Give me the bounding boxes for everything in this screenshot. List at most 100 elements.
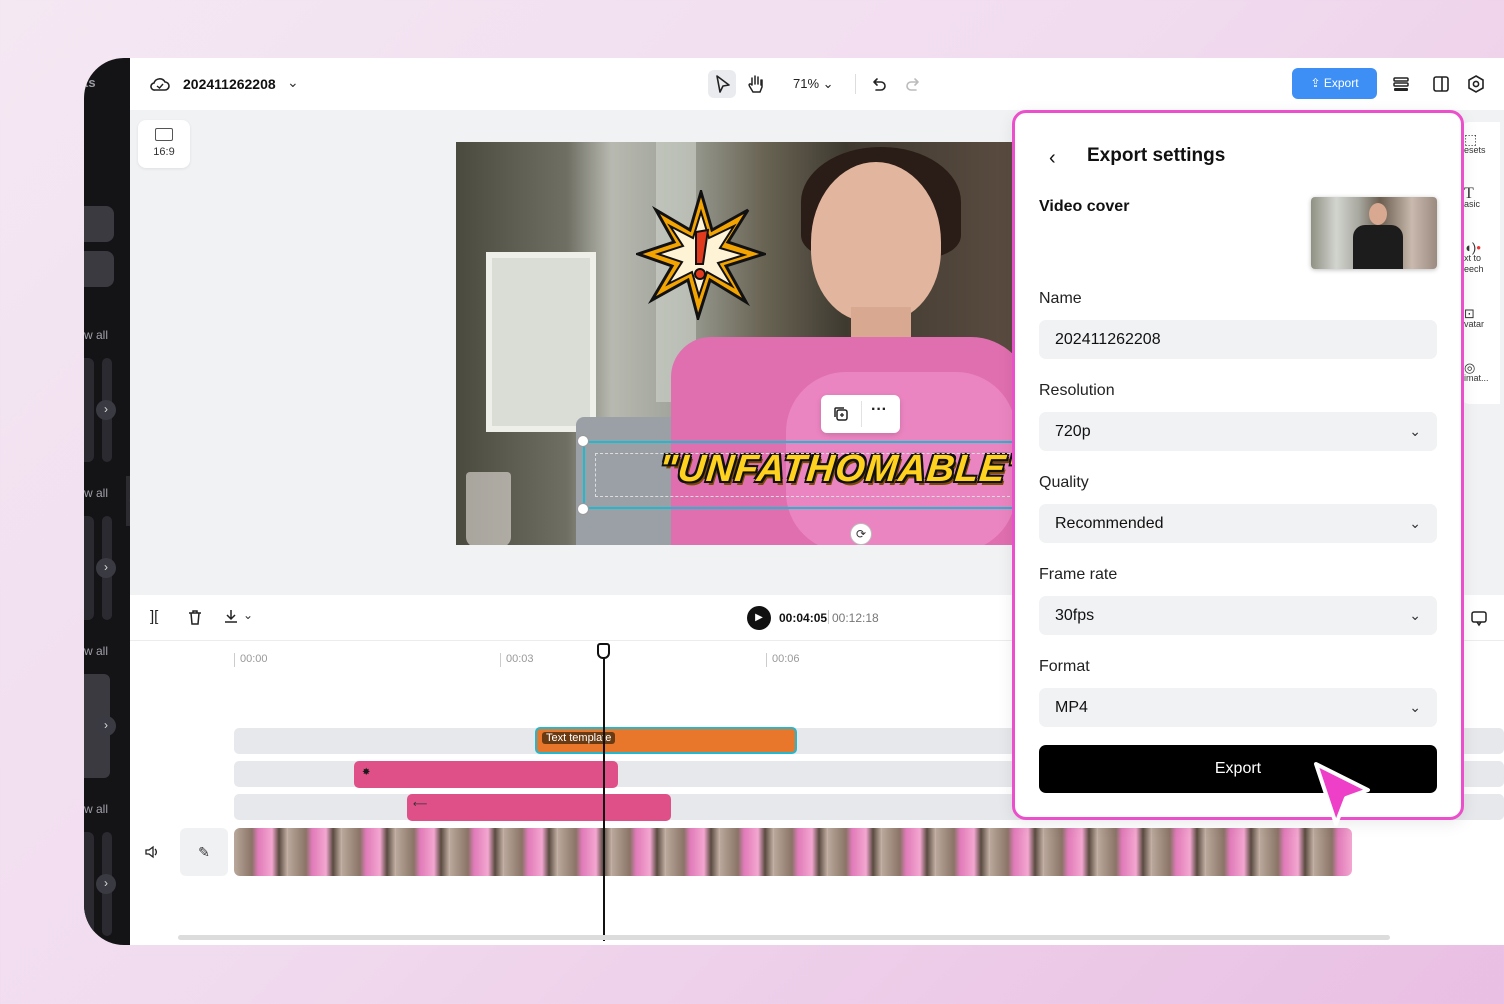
horizontal-scrollbar[interactable] xyxy=(178,935,1390,940)
frame-rate-label: Frame rate xyxy=(1039,566,1118,583)
presets-tool[interactable]: ⬚ esets xyxy=(1464,132,1500,156)
format-select[interactable]: MP4 ⌄ xyxy=(1039,688,1437,727)
quality-label: Quality xyxy=(1039,474,1089,491)
avatar-icon: ⊡ xyxy=(1464,306,1475,321)
settings-icon[interactable] xyxy=(1466,74,1486,94)
hand-icon xyxy=(748,75,763,93)
divider xyxy=(855,74,856,94)
left-panel-title: ts xyxy=(84,75,96,90)
layers-icon[interactable] xyxy=(1391,74,1411,94)
chevron-down-icon: ⌄ xyxy=(1409,423,1421,439)
video-cover-thumbnail[interactable] xyxy=(1311,197,1437,269)
zoom-value: 71% xyxy=(793,76,820,91)
trash-icon[interactable] xyxy=(186,608,204,626)
quality-select[interactable]: Recommended ⌄ xyxy=(1039,504,1437,543)
chevron-down-icon: ⌄ xyxy=(1409,515,1421,531)
effect-clip[interactable]: ⟵ xyxy=(407,794,671,821)
avatar-tool[interactable]: ⊡ vatar xyxy=(1464,306,1500,330)
chevron-right-icon[interactable]: › xyxy=(96,874,116,894)
frame-rate-value: 30fps xyxy=(1055,607,1095,624)
chevron-down-icon: ⌄ xyxy=(822,76,834,91)
total-duration: 00:12:18 xyxy=(832,611,879,625)
download-icon[interactable] xyxy=(222,608,240,626)
volume-icon[interactable] xyxy=(144,844,160,860)
zoom-dropdown[interactable]: 71% ⌄ xyxy=(793,76,834,92)
view-all-link[interactable]: w all xyxy=(84,644,108,658)
duplicate-icon[interactable] xyxy=(831,404,851,424)
asset-card[interactable] xyxy=(84,516,94,620)
export-confirm-button[interactable]: Export xyxy=(1039,745,1437,793)
main-video-clip[interactable] xyxy=(234,828,1352,876)
glass xyxy=(466,472,511,545)
pointer-icon xyxy=(716,75,730,93)
chevron-down-icon[interactable]: ⌄ xyxy=(243,608,253,622)
resolution-label: Resolution xyxy=(1039,382,1115,399)
rotate-icon[interactable]: ⟳ xyxy=(850,523,872,545)
export-button[interactable]: ⇪ Export xyxy=(1292,68,1377,99)
current-time: 00:04:05 xyxy=(779,611,828,625)
right-tool-strip: ⬚ esets T asic ◖)● xt to eech ⊡ vatar ◎ … xyxy=(1460,122,1500,404)
name-label: Name xyxy=(1039,290,1082,307)
selection-box[interactable] xyxy=(583,441,1023,509)
resize-handle[interactable] xyxy=(577,435,589,447)
text-to-speech-tool[interactable]: ◖)● xt to eech xyxy=(1464,241,1500,275)
frame-rate-select[interactable]: 30fps ⌄ xyxy=(1039,596,1437,635)
play-button[interactable]: ▶ xyxy=(747,606,771,630)
chevron-down-icon: ⌄ xyxy=(1409,699,1421,715)
chevron-right-icon[interactable]: › xyxy=(96,716,116,736)
more-options-icon[interactable]: ··· xyxy=(871,401,887,419)
person-face xyxy=(811,162,941,322)
chevron-right-icon[interactable]: › xyxy=(96,558,116,578)
playhead[interactable] xyxy=(603,647,605,941)
resolution-value: 720p xyxy=(1055,423,1091,440)
resize-handle[interactable] xyxy=(577,503,589,515)
caption-icon[interactable] xyxy=(1470,609,1488,627)
exclamation-sticker[interactable] xyxy=(636,190,766,320)
redo-icon[interactable] xyxy=(904,74,924,94)
left-panel-button[interactable] xyxy=(84,206,114,242)
undo-icon[interactable] xyxy=(868,74,888,94)
aspect-ratio-icon xyxy=(155,128,173,141)
chevron-right-icon[interactable]: › xyxy=(96,400,116,420)
sticker-clip[interactable]: ✸ xyxy=(354,761,618,788)
presets-label: esets xyxy=(1464,145,1486,155)
cloud-icon[interactable] xyxy=(150,75,170,93)
select-tool-button[interactable] xyxy=(708,70,736,98)
top-bar: 202411262208 ⌄ 71% ⌄ ⇪ Export xyxy=(130,58,1504,110)
thumbnail-face xyxy=(1369,203,1387,225)
panel-title: Export settings xyxy=(1087,145,1226,166)
edit-cover-button[interactable]: ✎ xyxy=(180,828,228,876)
ruler-label: 00:00 xyxy=(234,653,268,667)
resolution-select[interactable]: 720p ⌄ xyxy=(1039,412,1437,451)
floating-toolbar: ··· xyxy=(821,395,900,433)
split-icon[interactable]: ][ xyxy=(150,608,158,625)
asset-card[interactable] xyxy=(84,832,94,936)
left-panel-button[interactable] xyxy=(84,251,114,287)
thumbnail-body xyxy=(1353,225,1403,269)
divider xyxy=(828,610,829,624)
aspect-ratio-button[interactable]: 16:9 xyxy=(138,120,190,168)
playhead-handle[interactable] xyxy=(597,643,610,659)
pointer-cursor-icon xyxy=(1314,762,1370,826)
asset-card[interactable] xyxy=(84,358,94,462)
format-label: Format xyxy=(1039,658,1090,675)
name-input[interactable]: 202411262208 xyxy=(1039,320,1437,359)
chevron-down-icon[interactable]: ⌄ xyxy=(287,74,299,91)
video-cover-label: Video cover xyxy=(1039,198,1130,215)
view-all-link[interactable]: w all xyxy=(84,486,108,500)
hand-tool-button[interactable] xyxy=(742,70,770,98)
name-value: 202411262208 xyxy=(1055,331,1161,348)
ruler-label: 00:03 xyxy=(500,653,534,667)
back-chevron-icon[interactable]: ‹ xyxy=(1049,147,1056,170)
export-button-label: Export xyxy=(1323,76,1359,90)
text-template-clip[interactable]: Text template xyxy=(535,727,797,754)
project-name[interactable]: 202411262208 xyxy=(183,76,276,92)
animation-icon: ◎ xyxy=(1464,360,1476,375)
basic-tool[interactable]: T asic xyxy=(1464,186,1500,210)
format-value: MP4 xyxy=(1055,699,1088,716)
view-all-link[interactable]: w all xyxy=(84,802,108,816)
view-all-link[interactable]: w all xyxy=(84,328,108,342)
animation-tool[interactable]: ◎ imat... xyxy=(1464,360,1500,384)
chevron-down-icon: ⌄ xyxy=(1409,607,1421,623)
panel-layout-icon[interactable] xyxy=(1431,74,1451,94)
